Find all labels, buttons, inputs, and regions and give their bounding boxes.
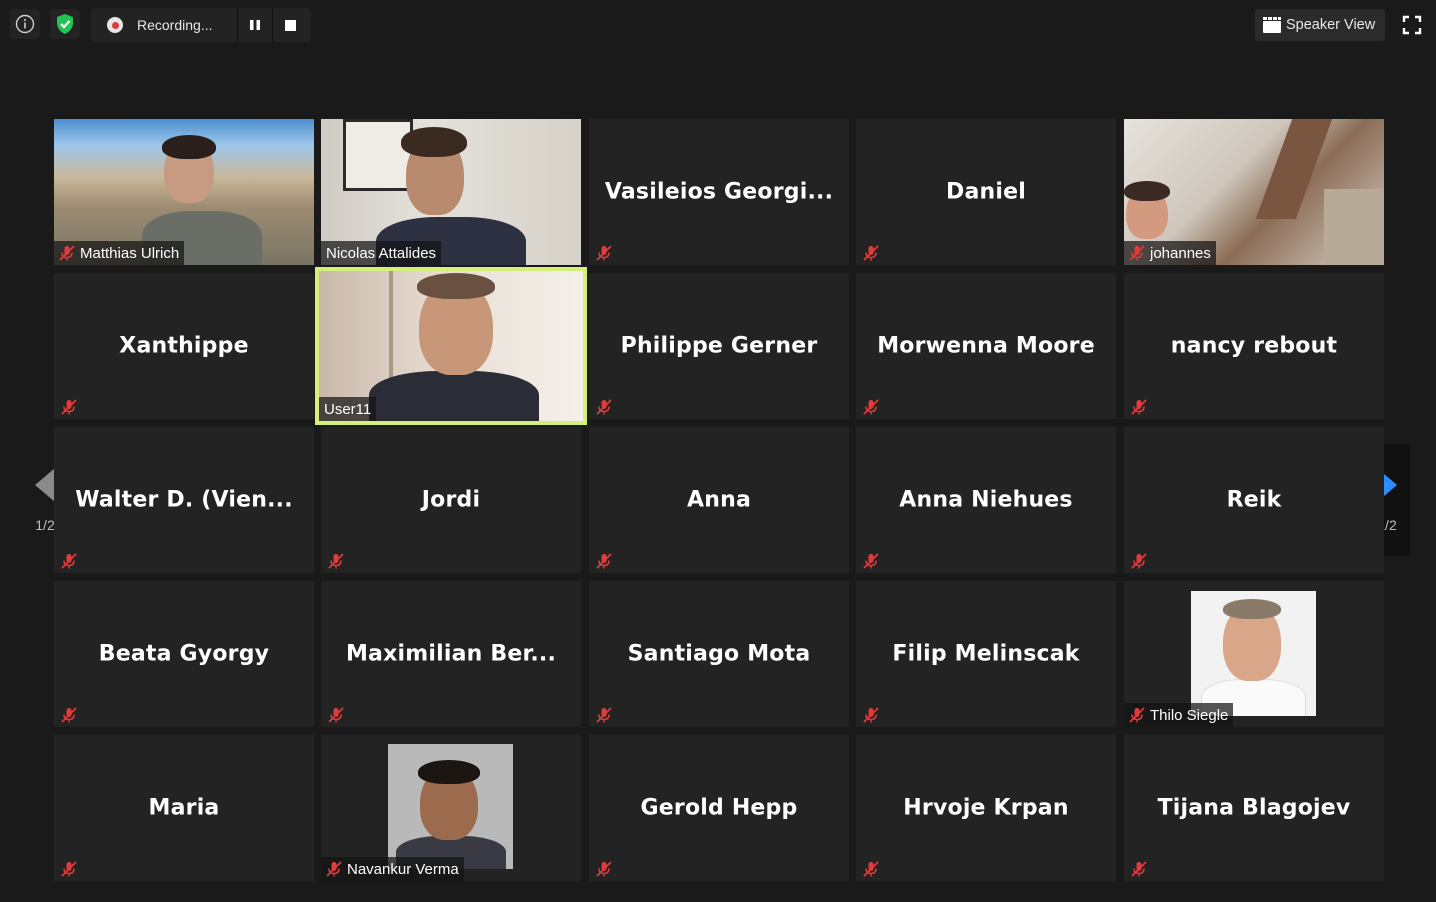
participant-tile-philippe-gerner[interactable]: Philippe Gerner [589,273,849,419]
participant-tile-xanthippe[interactable]: Xanthippe [54,273,314,419]
participant-name: nancy rebout [1170,333,1338,359]
participant-name: Santiago Mota [627,641,811,667]
participant-tile-matthias-ulrich[interactable]: Matthias Ulrich [54,119,314,265]
page-indicator-left: 1/2 [35,517,55,533]
mic-muted-icon [863,861,879,877]
mic-muted-icon [61,861,77,877]
participant-tile-navankur-verma[interactable]: Navankur Verma [321,735,581,881]
participant-tile-gerold-hepp[interactable]: Gerold Hepp [589,735,849,881]
pause-recording-button[interactable] [238,8,272,42]
mic-muted-icon [1129,245,1145,261]
mic-muted-icon [596,553,612,569]
mic-muted-icon [328,707,344,723]
mic-muted-icon [863,245,879,261]
mic-muted-icon [61,399,77,415]
participant-name: Philippe Gerner [620,333,818,359]
participant-name: Vasileios Georgi... [604,179,834,205]
mic-muted-icon [596,707,612,723]
pause-icon [250,20,260,30]
participant-tile-hrvoje-krpan[interactable]: Hrvoje Krpan [856,735,1116,881]
participant-tile-vasileios[interactable]: Vasileios Georgi... [589,119,849,265]
participant-tile-filip-melinscak[interactable]: Filip Melinscak [856,581,1116,727]
mic-muted-icon [596,245,612,261]
participant-name: Daniel [946,179,1026,205]
participant-name: johannes [1150,244,1211,262]
mic-muted-icon [1131,861,1147,877]
participant-name: Navankur Verma [347,860,459,878]
mic-muted-icon [61,553,77,569]
info-icon [15,14,35,34]
stop-recording-button[interactable] [273,8,307,42]
participant-name: Matthias Ulrich [80,244,180,262]
participant-tile-nancy-rebout[interactable]: nancy rebout [1124,273,1384,419]
participant-label: Nicolas Attalides [321,241,442,265]
participant-tile-user11-active-speaker[interactable]: User11 [315,267,587,425]
participant-tile-maria[interactable]: Maria [54,735,314,881]
mic-muted-icon [863,553,879,569]
participant-name: Tijana Blagojev [1157,795,1351,821]
profile-photo [388,744,513,869]
participant-tile-thilo-siegle[interactable]: Thilo Siegle [1124,581,1384,727]
participant-tile-reik[interactable]: Reik [1124,427,1384,573]
arrow-left-icon [35,468,55,502]
participant-tile-walter[interactable]: Walter D. (Vien... [54,427,314,573]
participant-name: User11 [324,400,372,418]
participant-tile-beata-gyorgy[interactable]: Beata Gyorgy [54,581,314,727]
mic-muted-icon [326,861,342,877]
speaker-view-label: Speaker View [1286,17,1376,33]
mic-muted-icon [328,553,344,569]
participant-tile-jordi[interactable]: Jordi [321,427,581,573]
participant-tile-maximilian[interactable]: Maximilian Ber... [321,581,581,727]
participant-tile-anna-niehues[interactable]: Anna Niehues [856,427,1116,573]
participant-name: Beata Gyorgy [98,641,270,667]
security-button[interactable] [50,9,80,39]
participant-tile-daniel[interactable]: Daniel [856,119,1116,265]
mic-muted-icon [596,861,612,877]
mic-muted-icon [1131,399,1147,415]
shield-check-icon [57,14,73,34]
info-button[interactable] [10,9,40,39]
stop-icon [284,19,296,31]
participant-name: Thilo Siegle [1150,706,1229,724]
participant-label: User11 [319,397,377,421]
participant-name: Maximilian Ber... [345,641,557,667]
participant-name: Reik [1226,487,1282,513]
fullscreen-button[interactable] [1400,13,1424,37]
participant-tile-santiago-mota[interactable]: Santiago Mota [589,581,849,727]
participant-name: Gerold Hepp [640,795,798,821]
speaker-view-icon [1263,17,1281,33]
participant-name: Anna [687,487,751,513]
participant-name: Maria [148,795,220,821]
participant-label: Thilo Siegle [1124,703,1234,727]
fullscreen-icon [1402,15,1422,35]
participant-label: Matthias Ulrich [54,241,185,265]
participant-name: Jordi [421,487,481,513]
profile-photo [1191,591,1316,716]
mic-muted-icon [1131,553,1147,569]
participant-name: Morwenna Moore [877,333,1095,359]
participant-name: Filip Melinscak [892,641,1080,667]
participant-name: Anna Niehues [899,487,1073,513]
participant-tile-morwenna-moore[interactable]: Morwenna Moore [856,273,1116,419]
participant-label: johannes [1124,241,1216,265]
mic-muted-icon [61,707,77,723]
mic-muted-icon [596,399,612,415]
recording-indicator: Recording... [91,8,311,42]
participant-name: Walter D. (Vien... [75,487,293,513]
recording-icon [107,17,123,33]
participant-name: Xanthippe [119,333,249,359]
participant-label: Navankur Verma [321,857,464,881]
mic-muted-icon [863,399,879,415]
recording-label: Recording... [137,17,213,33]
participant-tile-johannes[interactable]: johannes [1124,119,1384,265]
mic-muted-icon [1129,707,1145,723]
mic-muted-icon [863,707,879,723]
participant-tile-nicolas-attalides[interactable]: Nicolas Attalides [321,119,581,265]
mic-muted-icon [59,245,75,261]
participant-tile-tijana-blagojev[interactable]: Tijana Blagojev [1124,735,1384,881]
participant-tile-anna[interactable]: Anna [589,427,849,573]
participant-name: Nicolas Attalides [326,244,437,262]
speaker-view-button[interactable]: Speaker View [1255,9,1385,41]
participant-name: Hrvoje Krpan [903,795,1069,821]
